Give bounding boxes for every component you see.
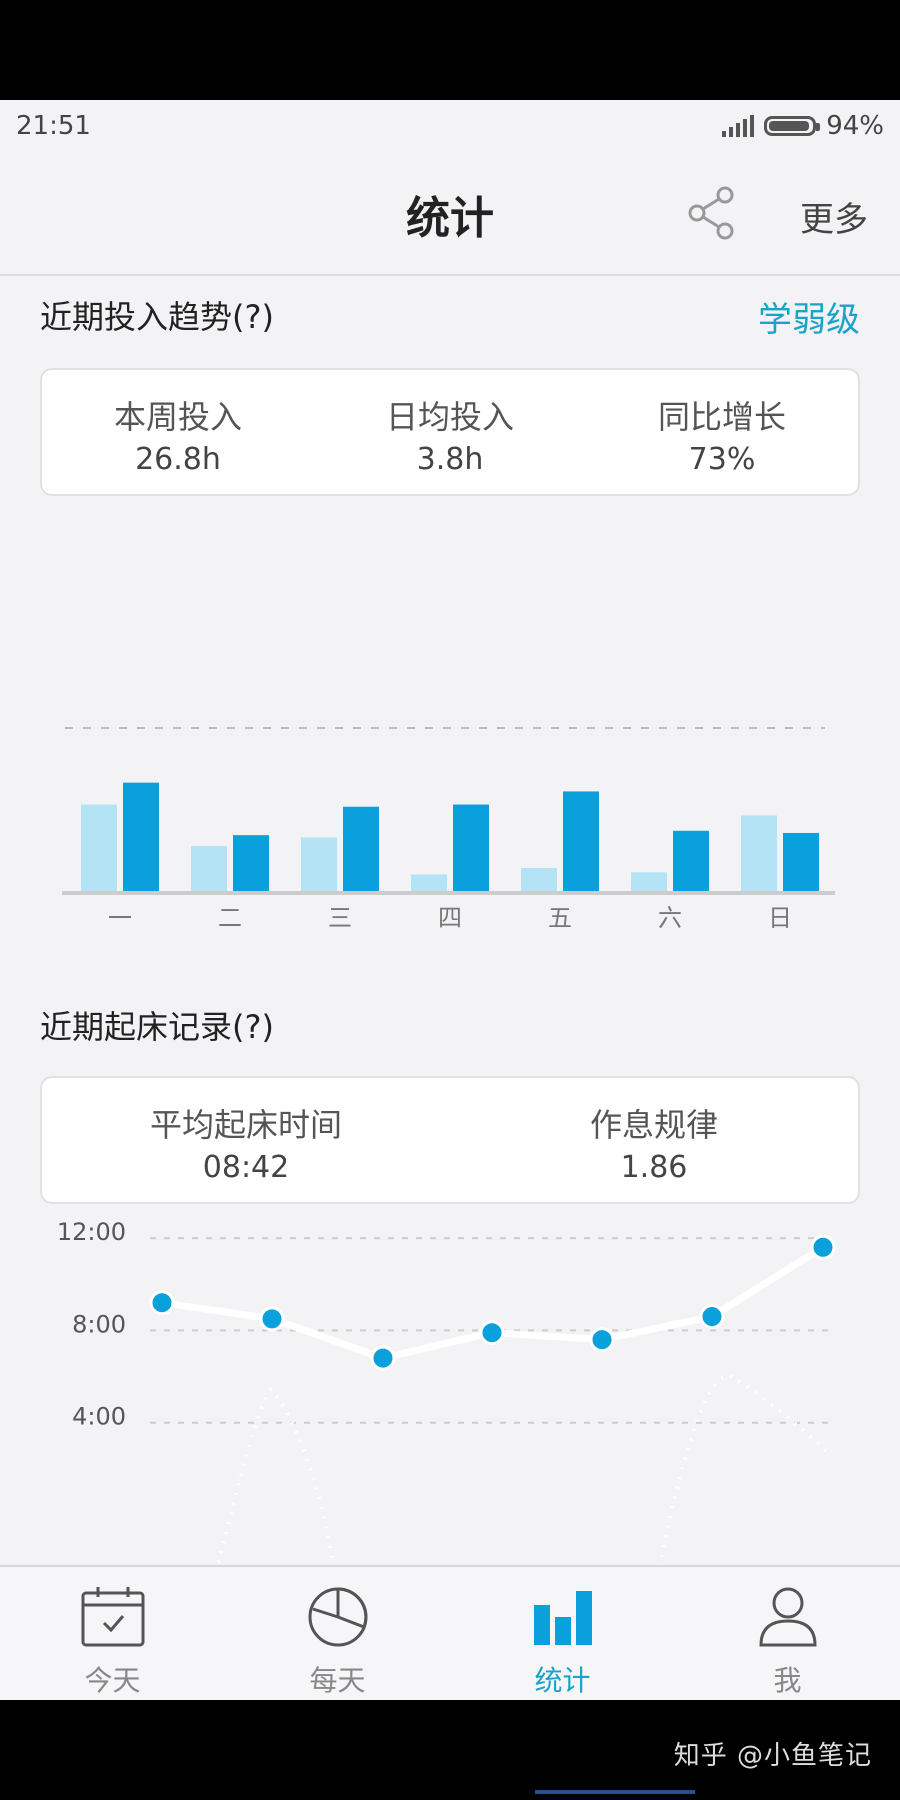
data-point — [259, 1306, 285, 1332]
stat-label: 同比增长 — [657, 398, 786, 436]
bottom-nav: 今天 每天 统计 我 — [0, 1565, 900, 1700]
bar-previous — [301, 837, 337, 892]
nav-item-daily[interactable]: 每天 — [225, 1567, 450, 1700]
bar-previous — [521, 867, 557, 892]
share-icon[interactable] — [685, 185, 739, 241]
battery-icon — [764, 116, 821, 136]
level-link[interactable]: 学弱级 — [758, 292, 860, 341]
status-indicators: 94% — [722, 111, 884, 141]
bar-current — [453, 804, 489, 892]
stat-label: 本周投入 — [113, 398, 242, 436]
data-point — [149, 1290, 175, 1316]
stat-label: 作息规律 — [589, 1106, 718, 1144]
nav-label: 统计 — [534, 1664, 591, 1697]
bar-previous — [191, 846, 227, 892]
nav-item-me[interactable]: 我 — [675, 1567, 900, 1700]
y-tick-label: 8:00 — [72, 1310, 126, 1338]
stat-value: 1.86 — [620, 1150, 688, 1185]
wake-time-line-chart: 12:00 8:00 4:00 — [57, 1218, 836, 1565]
dotted-trend-line — [215, 1388, 336, 1565]
x-tick-label: 一 — [108, 904, 132, 932]
data-point — [810, 1234, 836, 1260]
battery-percent: 94% — [826, 111, 884, 141]
x-tick-label: 五 — [548, 904, 572, 932]
weekly-input-stat: 本周投入 26.8h — [42, 392, 314, 494]
data-point — [479, 1320, 505, 1346]
trend-stats-card: 本周投入 26.8h 日均投入 3.8h 同比增长 73% — [40, 368, 860, 496]
battery-fill — [769, 121, 809, 131]
trend-section-title[interactable]: 近期投入趋势(?) — [40, 292, 274, 338]
bar-chart-icon — [533, 1591, 592, 1645]
x-tick-label: 四 — [438, 904, 462, 932]
x-tick-label: 日 — [768, 904, 792, 932]
signal-icon — [722, 115, 755, 137]
calendar-check-icon — [81, 1587, 144, 1647]
input-trend-bar-chart: 一二三四五六日 — [62, 727, 835, 932]
status-time: 21:51 — [16, 111, 91, 141]
nav-label: 今天 — [84, 1664, 141, 1697]
nav-label: 我 — [773, 1664, 802, 1697]
data-point — [370, 1345, 396, 1371]
person-icon — [758, 1587, 817, 1647]
y-tick-label: 4:00 — [72, 1403, 126, 1431]
stat-label: 平均起床时间 — [149, 1106, 342, 1144]
nav-label: 每天 — [309, 1664, 366, 1697]
average-wake-stat: 平均起床时间 08:42 — [42, 1100, 450, 1202]
x-tick-label: 三 — [328, 904, 352, 932]
data-point — [699, 1304, 725, 1330]
wake-stats-card: 平均起床时间 08:42 作息规律 1.86 — [40, 1076, 860, 1204]
growth-stat: 同比增长 73% — [586, 392, 858, 494]
app-screen: 21:51 94% 统计 更多 近期投入趋势(?) 学弱级 本周投入 26.8h — [0, 100, 900, 1700]
x-tick-label: 六 — [658, 904, 682, 932]
dotted-trend-line — [657, 1372, 832, 1565]
bar-current — [343, 806, 379, 892]
nav-item-stats[interactable]: 统计 — [450, 1567, 675, 1700]
bar-current — [783, 832, 819, 892]
bar-previous — [631, 872, 667, 892]
bar-current — [123, 782, 159, 892]
stat-value: 73% — [688, 442, 756, 477]
nav-item-today[interactable]: 今天 — [0, 1567, 225, 1700]
bar-previous — [81, 804, 117, 892]
stat-value: 3.8h — [416, 442, 484, 477]
stat-value: 08:42 — [202, 1150, 290, 1185]
more-button[interactable]: 更多 — [800, 192, 868, 241]
bar-previous — [741, 815, 777, 892]
pie-chart-icon — [308, 1587, 367, 1647]
page-title: 统计 — [406, 193, 494, 244]
app-header: 统计 更多 — [0, 152, 900, 276]
data-point — [589, 1327, 615, 1353]
bar-current — [673, 830, 709, 892]
y-tick-label: 12:00 — [57, 1218, 126, 1246]
routine-stat: 作息规律 1.86 — [450, 1100, 858, 1202]
wake-section-title[interactable]: 近期起床记录(?) — [40, 1002, 274, 1048]
watermark-text: 知乎 @小鱼笔记 — [673, 1741, 872, 1771]
stat-label: 日均投入 — [385, 398, 514, 436]
home-indicator — [535, 1790, 695, 1794]
bar-current — [563, 791, 599, 892]
stat-value: 26.8h — [135, 442, 221, 477]
x-tick-label: 二 — [218, 904, 242, 932]
daily-average-stat: 日均投入 3.8h — [314, 392, 586, 494]
bar-previous — [411, 874, 447, 892]
bar-current — [233, 835, 269, 892]
status-bar: 21:51 94% — [0, 100, 900, 152]
